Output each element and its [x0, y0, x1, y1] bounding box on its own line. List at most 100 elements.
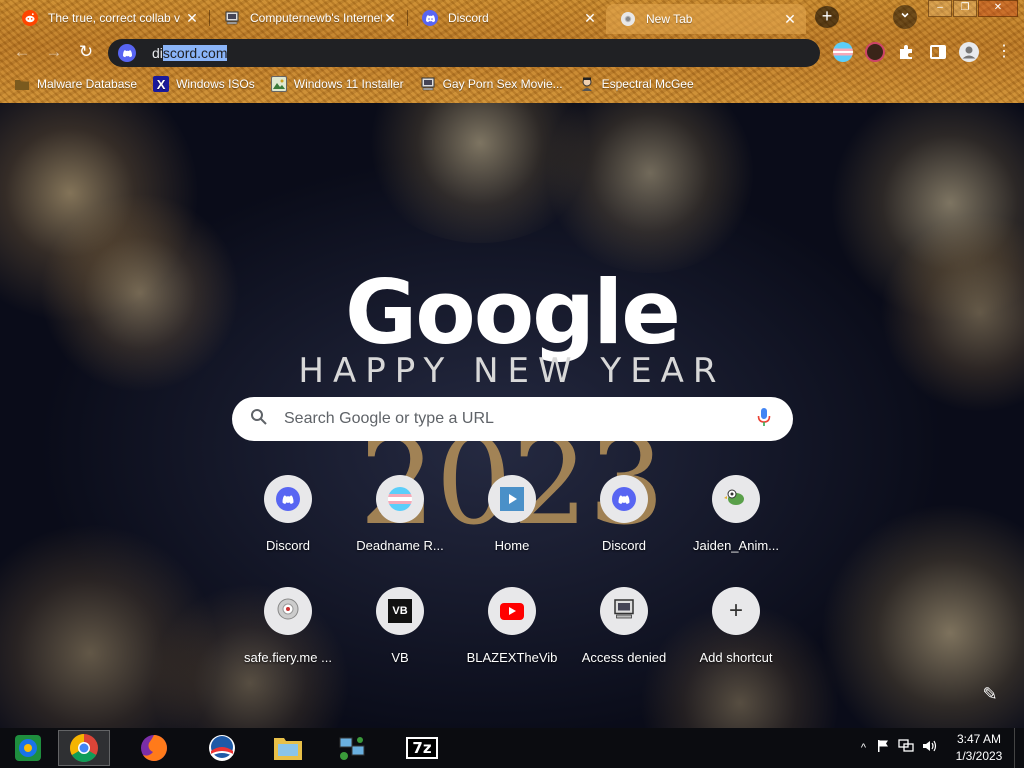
clock-date: 1/3/2023: [955, 749, 1003, 763]
shortcut-blazex[interactable]: BLAZEXTheVib: [456, 585, 568, 665]
tab-discord[interactable]: Discord ✕: [408, 4, 606, 32]
doodle-subtitle[interactable]: HAPPY NEW YEAR: [0, 351, 1024, 391]
shortcut-tile: [488, 587, 536, 635]
shortcut-tile: [600, 475, 648, 523]
firework-decoration: [540, 103, 760, 273]
browser-toolbar: ← → ↻ discord.com ⋮: [0, 36, 1024, 68]
google-logo[interactable]: Google: [0, 261, 1024, 364]
side-panel-icon[interactable]: [928, 42, 948, 62]
search-input[interactable]: [268, 410, 757, 428]
address-selected-text: scord.com: [162, 45, 228, 61]
play-icon: [500, 487, 524, 511]
address-text[interactable]: discord.com: [152, 45, 228, 61]
shortcut-label: Add shortcut: [699, 650, 773, 665]
system-tray: ^ 3:47 AM 1/3/2023: [861, 728, 1024, 768]
tab-search-button[interactable]: [893, 5, 917, 29]
tab-reddit[interactable]: The true, correct collab v ✕: [8, 4, 208, 32]
tab-computernewb[interactable]: Computernewb's Internet ✕: [210, 4, 406, 32]
shortcut-home[interactable]: Home: [456, 473, 568, 553]
close-window-button[interactable]: ✕: [978, 0, 1018, 17]
minimize-button[interactable]: –: [928, 0, 952, 17]
show-desktop-button[interactable]: [1014, 728, 1024, 768]
obama-icon[interactable]: [196, 730, 248, 766]
address-bar[interactable]: discord.com: [108, 39, 820, 67]
new-tab-page: 2023 Google HAPPY NEW YEAR Discord Deadn…: [0, 103, 1024, 728]
firefox-icon[interactable]: [128, 730, 180, 766]
shortcut-vb[interactable]: VB VB: [344, 585, 456, 665]
shortcut-tile: [376, 475, 424, 523]
bookmark-label: Windows 11 Installer: [293, 77, 404, 91]
shortcut-discord-2[interactable]: Discord: [568, 473, 680, 553]
profile-avatar-icon[interactable]: [959, 42, 979, 62]
address-unselected-text: di: [152, 45, 163, 61]
network-icon[interactable]: [326, 730, 378, 766]
shortcut-tile: [264, 587, 312, 635]
shortcut-label: VB: [391, 650, 409, 665]
7zip-icon[interactable]: 7z: [396, 730, 448, 766]
back-button[interactable]: ←: [10, 40, 34, 64]
profile-extension-icon[interactable]: [865, 42, 885, 62]
7zip-label: 7z: [406, 737, 438, 759]
trans-flag-extension-icon[interactable]: [833, 42, 853, 62]
bookmark-label: Espectral McGee: [601, 77, 694, 91]
computer-icon: [420, 76, 436, 92]
bookmark-label: Gay Porn Sex Movie...: [442, 77, 563, 91]
close-icon[interactable]: ✕: [582, 10, 598, 27]
shortcut-tile: [264, 475, 312, 523]
bookmarks-bar: Malware Database X Windows ISOs Windows …: [0, 72, 1024, 96]
add-shortcut-button[interactable]: + Add shortcut: [680, 585, 792, 665]
taskbar: 7z ^ 3:47 AM 1/3/2023: [0, 728, 1024, 768]
close-icon[interactable]: ✕: [382, 10, 398, 27]
close-icon[interactable]: ✕: [782, 11, 798, 28]
shortcut-label: Discord: [601, 538, 647, 553]
shortcut-label: Access denied: [581, 650, 667, 665]
computer-icon: [224, 10, 240, 26]
volume-icon[interactable]: [922, 739, 938, 758]
tray-expand-chevron-icon[interactable]: ^: [861, 742, 866, 754]
microphone-icon[interactable]: [757, 407, 771, 432]
shortcut-discord[interactable]: Discord: [232, 473, 344, 553]
forward-button[interactable]: →: [42, 40, 66, 64]
clock[interactable]: 3:47 AM 1/3/2023: [944, 731, 1014, 765]
shortcut-access-denied[interactable]: Access denied: [568, 585, 680, 665]
file-explorer-icon[interactable]: [262, 730, 314, 766]
shortcut-tile: VB: [376, 587, 424, 635]
shortcut-deadname[interactable]: Deadname R...: [344, 473, 456, 553]
menu-kebab-icon[interactable]: ⋮: [992, 40, 1016, 64]
image-icon: [270, 76, 287, 92]
chevron-down-icon: [900, 11, 910, 23]
reload-button[interactable]: ↻: [74, 40, 98, 64]
network-status-icon[interactable]: [898, 738, 914, 758]
new-tab-button[interactable]: +: [815, 6, 839, 28]
shortcut-jaiden[interactable]: Jaiden_Anim...: [680, 473, 792, 553]
shortcut-label: safe.fiery.me ...: [244, 650, 332, 665]
plus-icon: +: [728, 597, 743, 624]
bookmark-label: Malware Database: [37, 77, 138, 91]
shortcut-tile: +: [712, 587, 760, 635]
computer-icon: [612, 597, 636, 626]
tab-title: Computernewb's Internet: [250, 11, 382, 25]
maximize-button[interactable]: ❐: [953, 0, 977, 17]
chrome-icon[interactable]: [58, 730, 110, 766]
tab-title: Discord: [448, 11, 489, 25]
media-center-icon[interactable]: [2, 730, 54, 766]
search-box[interactable]: [232, 397, 793, 441]
bookmark-movie-site[interactable]: Gay Porn Sex Movie...: [420, 76, 563, 92]
clock-time: 3:47 AM: [956, 732, 1002, 746]
bookmark-espectral-mcgee[interactable]: Espectral McGee: [579, 76, 694, 92]
tab-new-tab[interactable]: New Tab ✕: [606, 4, 806, 34]
shortcut-safe-fiery[interactable]: safe.fiery.me ...: [232, 585, 344, 665]
flag-icon: [388, 487, 412, 511]
avatar-icon: [579, 76, 595, 92]
bookmark-windows-11-installer[interactable]: Windows 11 Installer: [270, 76, 404, 92]
bookmark-windows-isos[interactable]: X Windows ISOs: [153, 76, 255, 92]
bookmark-malware-database[interactable]: Malware Database: [14, 76, 137, 92]
vb-icon: VB: [388, 599, 412, 623]
x-icon: X: [153, 76, 170, 92]
close-icon[interactable]: ✕: [184, 10, 200, 27]
discord-icon: [422, 10, 438, 26]
flag-icon[interactable]: [876, 739, 890, 758]
customize-pencil-icon[interactable]: ✎: [978, 684, 1002, 708]
shortcut-label: Discord: [265, 538, 311, 553]
extensions-puzzle-icon[interactable]: [896, 42, 916, 62]
